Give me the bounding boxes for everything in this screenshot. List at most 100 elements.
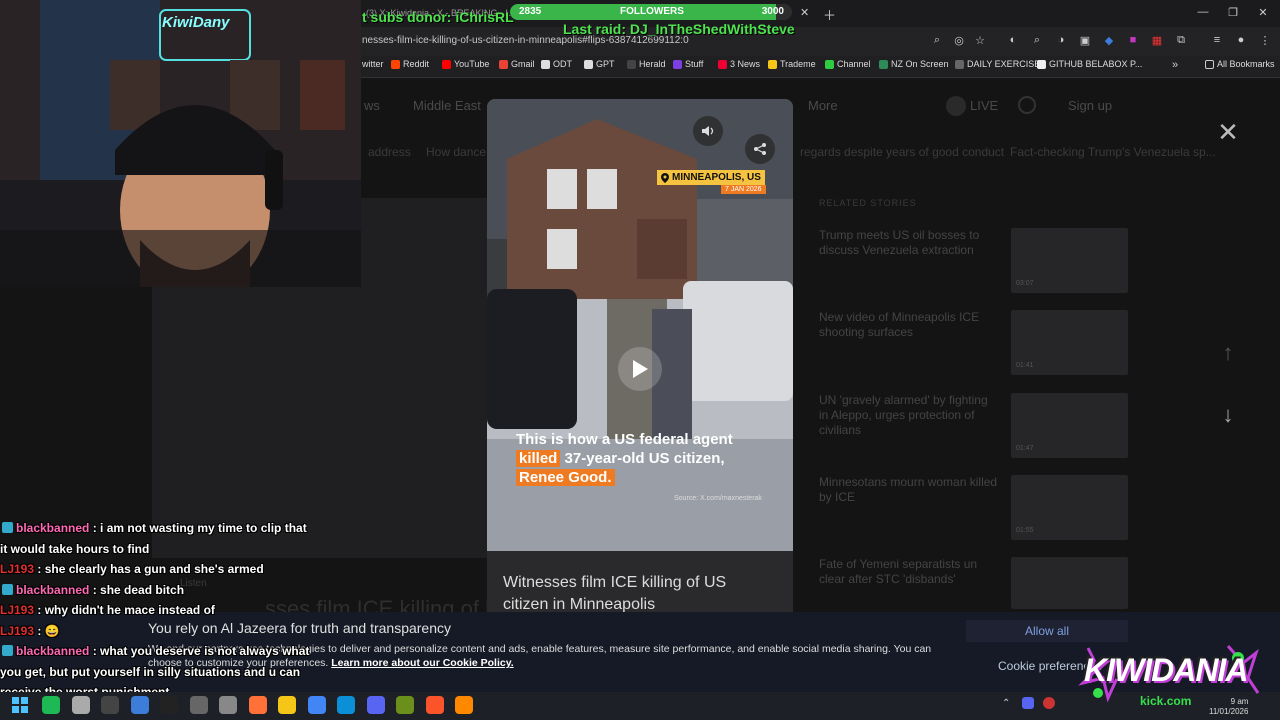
all-bookmarks[interactable]: All Bookmarks bbox=[1205, 59, 1275, 69]
folder-icon bbox=[955, 59, 964, 69]
tray-discord-icon[interactable] bbox=[1022, 697, 1034, 709]
neon-sign: KiwiDany bbox=[162, 14, 230, 31]
profile-avatar[interactable]: ● bbox=[1233, 32, 1249, 48]
nav-item[interactable]: ws bbox=[364, 98, 380, 113]
subnav-item[interactable]: Fact-checking Trump's Venezuela sp... bbox=[1010, 145, 1216, 159]
edge-icon[interactable] bbox=[337, 696, 355, 714]
chat-username: blackbanned bbox=[16, 582, 90, 597]
minimize-icon[interactable]: — bbox=[1195, 6, 1211, 18]
last-raid: Last raid: DJ_InTheShedWithSteve bbox=[563, 21, 795, 37]
search-icon[interactable] bbox=[1018, 96, 1036, 114]
chrome-icon[interactable] bbox=[307, 696, 326, 714]
bookmark-star-icon[interactable]: ☆ bbox=[972, 32, 988, 48]
previous-arrow-icon[interactable]: ↑ bbox=[1213, 340, 1243, 366]
related-title[interactable]: New video of Minneapolis ICE shooting su… bbox=[819, 310, 999, 340]
bookmark-item[interactable]: Gmail bbox=[499, 59, 535, 69]
more-bookmarks-icon[interactable]: » bbox=[1172, 59, 1178, 71]
explorer-icon[interactable] bbox=[278, 696, 296, 714]
extension-icon[interactable]: ▣ bbox=[1077, 32, 1093, 48]
chat-username: LJ193 bbox=[0, 623, 35, 638]
bookmark-item[interactable]: DAILY EXERCISE! bbox=[955, 59, 1043, 69]
extension-search-icon[interactable]: ⌕ bbox=[1029, 32, 1045, 48]
chat-text: : she dead bitch bbox=[89, 582, 185, 597]
new-tab-icon[interactable]: ＋ bbox=[823, 5, 836, 24]
related-title[interactable]: Trump meets US oil bosses to discuss Ven… bbox=[819, 228, 999, 258]
tab-close-icon[interactable]: ✕ bbox=[800, 6, 809, 19]
hide-eye-icon[interactable]: ◎ bbox=[951, 32, 967, 48]
chat-badge-icon bbox=[2, 583, 13, 595]
bookmark-item[interactable]: Stuff bbox=[673, 59, 703, 69]
firefox-icon[interactable] bbox=[248, 696, 267, 714]
extension-icon[interactable]: ◐ bbox=[1005, 32, 1021, 48]
logo-subtext: kick.com bbox=[1140, 694, 1192, 708]
bookmark-label: ODT bbox=[553, 59, 572, 69]
shield-extension-icon[interactable]: ◆ bbox=[1101, 32, 1117, 48]
extension-icon[interactable]: ■ bbox=[1125, 32, 1141, 48]
zoom-icon[interactable]: ⌕ bbox=[929, 32, 945, 48]
chat-username: blackbanned bbox=[16, 521, 90, 535]
counter-extension-icon[interactable]: ▦ bbox=[1149, 32, 1165, 48]
chat-badge-icon bbox=[2, 522, 13, 533]
related-duration: 01:47 bbox=[1016, 445, 1034, 452]
nzonscreen-icon bbox=[879, 59, 888, 69]
subnav-item[interactable]: address bbox=[368, 145, 411, 159]
bookmark-item[interactable]: GITHUB BELABOX P... bbox=[1037, 59, 1142, 69]
followers-goal-bar: 2835 FOLLOWERS 3000 bbox=[510, 4, 792, 20]
settings-app-icon[interactable] bbox=[219, 696, 237, 714]
obs-icon[interactable] bbox=[101, 696, 119, 714]
bookmark-item[interactable]: YouTube bbox=[442, 59, 489, 69]
bookmark-item[interactable]: Trademe bbox=[768, 59, 816, 69]
blue-app-icon[interactable] bbox=[130, 696, 149, 714]
mute-icon[interactable] bbox=[693, 116, 723, 146]
play-icon[interactable] bbox=[618, 347, 662, 391]
media-icon[interactable]: ≡ bbox=[1209, 32, 1225, 48]
spotify-icon[interactable] bbox=[42, 696, 60, 714]
bookmark-item[interactable]: NZ On Screen bbox=[879, 59, 949, 69]
window-close-icon[interactable]: ✕ bbox=[1255, 6, 1271, 19]
puzzle-icon[interactable]: ⧉ bbox=[1173, 32, 1189, 48]
related-heading: RELATED STORIES bbox=[819, 198, 917, 208]
vlc-icon[interactable] bbox=[455, 696, 473, 714]
shield-app-icon[interactable] bbox=[71, 696, 90, 714]
next-arrow-icon[interactable]: ↓ bbox=[1213, 402, 1243, 428]
subnav-item[interactable]: regards despite years of good conduct bbox=[800, 145, 1004, 159]
bookmark-label: GITHUB BELABOX P... bbox=[1049, 59, 1143, 69]
live-icon bbox=[946, 96, 966, 116]
subnav-item[interactable]: How dance bbox=[426, 145, 486, 159]
bookmark-item[interactable]: Herald bbox=[627, 59, 666, 69]
related-title[interactable]: Fate of Yemeni separatists un clear afte… bbox=[819, 557, 999, 587]
bookmark-label: witter bbox=[362, 59, 384, 69]
bookmark-item[interactable]: Reddit bbox=[391, 59, 429, 69]
fw-icon[interactable] bbox=[396, 696, 414, 714]
followers-goal: 3000 bbox=[761, 6, 784, 17]
tray-app-icon[interactable] bbox=[1043, 697, 1055, 709]
followers-label: FOLLOWERS bbox=[620, 6, 684, 17]
sign-up-link[interactable]: Sign up bbox=[1068, 98, 1112, 113]
related-duration: 01:41 bbox=[1016, 362, 1034, 369]
tray-chevron-icon[interactable]: ⌃ bbox=[1002, 698, 1010, 709]
start-icon[interactable] bbox=[12, 697, 28, 713]
related-title[interactable]: Minnesotans mourn woman killed by ICE bbox=[819, 475, 999, 505]
extension-icon[interactable]: ◑ bbox=[1053, 32, 1069, 48]
bookmark-item[interactable]: 3 News bbox=[718, 59, 760, 69]
related-thumbnail[interactable] bbox=[1011, 557, 1128, 609]
chat-message: LJ193 : 😄 bbox=[0, 621, 310, 642]
proton-icon[interactable] bbox=[189, 696, 208, 714]
related-title[interactable]: UN 'gravely alarmed' by fighting in Alep… bbox=[819, 393, 999, 438]
bookmark-item[interactable]: GPT bbox=[584, 59, 615, 69]
discord-icon[interactable] bbox=[366, 696, 385, 714]
kick-app-icon[interactable] bbox=[160, 696, 178, 714]
share-icon[interactable] bbox=[745, 134, 775, 164]
chat-message: LJ193 : why didn't he mace instead of bbox=[0, 600, 310, 621]
nav-item[interactable]: More bbox=[808, 98, 838, 113]
bookmark-item[interactable]: ODT bbox=[541, 59, 572, 69]
close-modal-icon[interactable]: ✕ bbox=[1213, 117, 1243, 148]
chat-message: blackbanned : i am not wasting my time t… bbox=[0, 518, 310, 559]
nav-item-live[interactable]: LIVE bbox=[970, 98, 998, 113]
maximize-icon[interactable]: ❐ bbox=[1225, 6, 1241, 19]
brave-icon[interactable] bbox=[425, 696, 444, 714]
cookie-policy-link[interactable]: Learn more about our Cookie Policy. bbox=[331, 657, 513, 669]
bookmark-item[interactable]: Channel bbox=[825, 59, 871, 69]
nav-item[interactable]: Middle East bbox=[413, 98, 481, 113]
menu-dots-icon[interactable]: ⋮ bbox=[1257, 32, 1273, 48]
